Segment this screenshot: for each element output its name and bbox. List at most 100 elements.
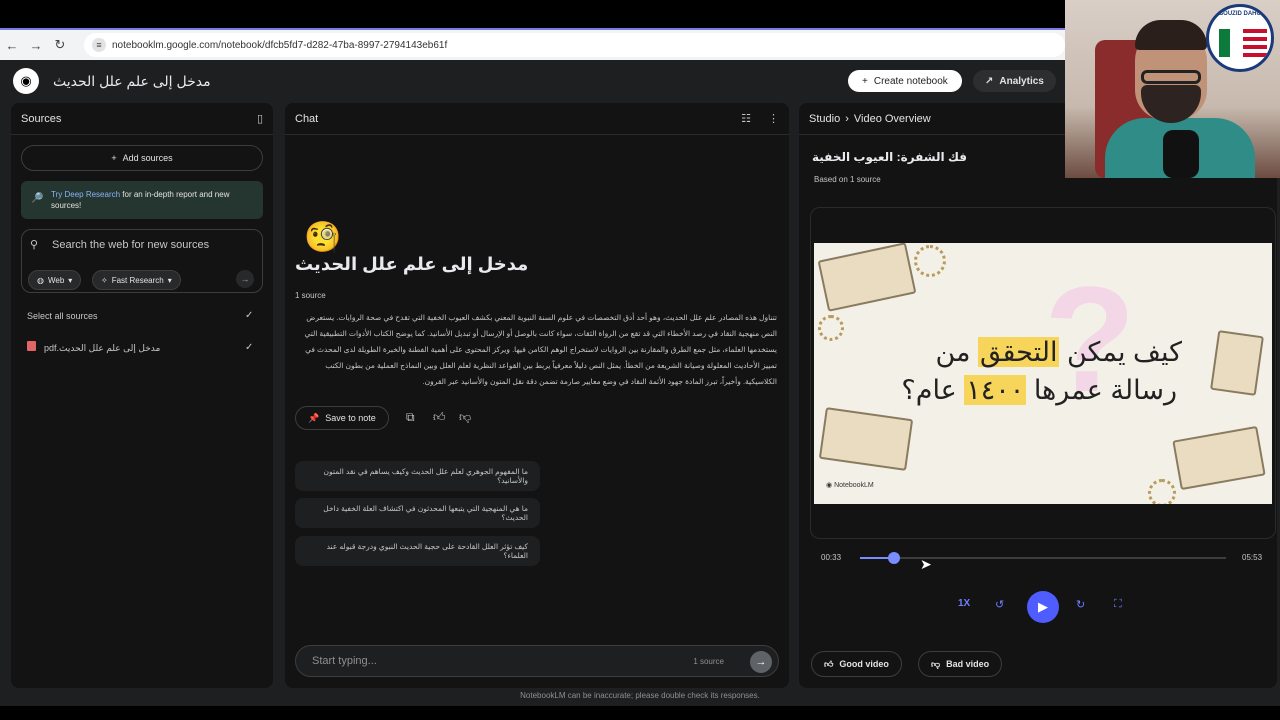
create-notebook-button[interactable]: + Create notebook <box>848 70 962 92</box>
source-item-name: مدخل إلى علم علل الحديث.pdf <box>27 341 160 354</box>
rewind-10-icon[interactable]: ↺ <box>995 598 1004 611</box>
collapse-panel-icon[interactable]: ▯ <box>257 112 263 125</box>
search-spark-icon: ✧ <box>101 275 108 285</box>
slide-brand-label: NotebookLM <box>834 482 874 489</box>
suggested-question[interactable]: ما هي المنهجية التي يتبعها المحدثون في ا… <box>295 498 540 528</box>
mouse-cursor-icon: ➤ <box>920 556 932 572</box>
chat-title: Chat <box>295 112 319 125</box>
video-frame[interactable]: ? كيف يمكن التحقق من رسالة عمرها ١٤٠٠ عا… <box>814 243 1272 504</box>
source-file-label: مدخل إلى علم علل الحديث.pdf <box>44 343 161 353</box>
suggested-question[interactable]: ما المفهوم الجوهري لعلم علل الحديث وكيف … <box>295 461 540 491</box>
thumbs-down-icon: 👎︎ <box>931 658 941 669</box>
good-video-button[interactable]: 👍︎ Good video <box>811 651 902 677</box>
notebook-title[interactable]: مدخل إلى علم علل الحديث <box>53 73 211 90</box>
notebooklm-logo-icon[interactable]: ◉ <box>13 68 39 94</box>
forward-icon[interactable]: → <box>24 38 48 53</box>
hair-shape <box>1135 20 1207 50</box>
book-illustration <box>1172 425 1266 491</box>
microphone-icon <box>1163 130 1199 178</box>
back-icon[interactable]: ← <box>0 38 24 53</box>
select-all-label: Select all sources <box>27 311 98 321</box>
reload-icon[interactable]: ↻ <box>48 37 72 53</box>
thumbs-up-icon[interactable]: 👍︎ <box>433 410 446 425</box>
url-text: notebooklm.google.com/notebook/dfcb5fd7-… <box>112 39 448 51</box>
create-notebook-label: Create notebook <box>873 75 948 87</box>
bad-video-button[interactable]: 👎︎ Bad video <box>918 651 1003 677</box>
chat-source-count: 1 source <box>295 291 326 300</box>
thumbs-down-icon[interactable]: 👎︎ <box>459 410 471 425</box>
book-illustration <box>1210 330 1264 396</box>
browser-toolbar: ← → ↻ ≡ notebooklm.google.com/notebook/d… <box>0 28 1065 60</box>
submit-search-button[interactable]: → <box>236 270 254 288</box>
chat-panel: Chat ☷ ⋮ <box>285 103 789 688</box>
chevron-right-icon: › <box>845 112 849 125</box>
notebook-summary: تتناول هذه المصادر علم علل الحديث، وهو أ… <box>304 313 777 386</box>
select-all-row[interactable]: Select all sources ✓ <box>27 311 255 322</box>
site-settings-icon[interactable]: ≡ <box>92 38 106 52</box>
slide-headline-line2: رسالة عمرها ١٤٠٠ عام؟ <box>814 375 1177 406</box>
chat-notebook-title: مدخل إلى علم علل الحديث <box>295 254 529 274</box>
chat-input-source-count: 1 source <box>693 657 724 666</box>
tune-icon[interactable]: ☷ <box>741 113 751 125</box>
good-video-label: Good video <box>839 659 889 669</box>
forward-10-icon[interactable]: ↻ <box>1076 598 1085 611</box>
sources-title: Sources <box>21 112 62 125</box>
gear-icon <box>914 245 946 277</box>
notebook-emoji: 🧐 <box>304 221 342 254</box>
slide-headline-line1: كيف يمكن التحقق من <box>814 337 1182 368</box>
trending-icon: ↗ <box>985 75 994 87</box>
breadcrumb-studio[interactable]: Studio <box>809 113 840 125</box>
chevron-down-icon: ▾ <box>68 275 73 285</box>
research-chip-label: Fast Research <box>111 275 164 285</box>
chat-input-placeholder: Start typing... <box>312 655 377 667</box>
progress-slider[interactable] <box>860 552 1226 564</box>
address-bar[interactable]: ≡ notebooklm.google.com/notebook/dfcb5fd… <box>84 33 1065 57</box>
source-item[interactable]: مدخل إلى علم علل الحديث.pdf ✓ <box>27 341 255 354</box>
chevron-down-icon: ▾ <box>167 275 172 285</box>
slide-highlight: التحقق <box>977 337 1060 367</box>
add-sources-label: Add sources <box>122 153 173 163</box>
glasses-shape <box>1141 70 1201 84</box>
search-icon: ⚲ <box>30 239 39 251</box>
analytics-button[interactable]: ↗ Analytics <box>973 70 1056 92</box>
web-source-dropdown[interactable]: ◍ Web ▾ <box>28 270 82 290</box>
send-button[interactable]: → <box>750 651 772 673</box>
slide-text: رسالة عمرها <box>1026 375 1177 405</box>
play-button[interactable]: ▶ <box>1027 591 1059 623</box>
suggested-question[interactable]: كيف تؤثر العلل القادحة على حجية الحديث ا… <box>295 536 540 566</box>
breadcrumb-video-overview: Video Overview <box>853 112 931 125</box>
thumbs-up-icon: 👍︎ <box>824 658 834 669</box>
playback-speed-button[interactable]: 1X <box>958 598 970 609</box>
analytics-label: Analytics <box>999 75 1044 87</box>
chat-input-box[interactable]: Start typing... 1 source → <box>295 645 779 677</box>
more-vert-icon[interactable]: ⋮ <box>768 113 779 125</box>
sources-header: Sources ▯ <box>11 103 273 135</box>
add-sources-button[interactable]: + Add sources <box>21 145 263 171</box>
bottom-letterbox <box>0 706 1280 720</box>
deep-research-banner: 🔎 Try Deep Research for an in-depth repo… <box>21 181 263 219</box>
slide-brand: ◉ NotebookLM <box>826 482 874 489</box>
slide-text: عام؟ <box>901 375 965 405</box>
source-checkbox[interactable]: ✓ <box>245 342 255 353</box>
research-mode-dropdown[interactable]: ✧ Fast Research ▾ <box>92 270 181 290</box>
copy-icon[interactable]: ⧉ <box>406 410 415 425</box>
plus-icon: + <box>111 153 117 163</box>
video-based-on: Based on 1 source <box>814 175 881 184</box>
deep-research-link[interactable]: Try Deep Research <box>51 190 120 199</box>
flag-icon <box>1219 29 1241 57</box>
select-all-checkbox[interactable]: ✓ <box>245 311 255 321</box>
bad-video-label: Bad video <box>946 659 990 669</box>
sources-panel: Sources ▯ + Add sources 🔎 Try Deep Resea… <box>11 103 273 688</box>
disclaimer-text: NotebookLM can be inaccurate; please dou… <box>520 691 760 700</box>
save-to-note-label: Save to note <box>325 413 376 423</box>
channel-seal-logo: BOUZID DAHO <box>1206 4 1274 72</box>
save-to-note-button[interactable]: 📌 Save to note <box>295 406 389 430</box>
pdf-icon <box>27 341 36 351</box>
book-illustration <box>817 243 917 312</box>
web-search-input[interactable]: Search the web for new sources <box>52 239 209 251</box>
duration: 05:53 <box>1242 553 1263 562</box>
progress-handle[interactable] <box>888 552 901 564</box>
video-title: فك الشفرة: العيوب الخفية <box>812 150 967 164</box>
slide-text: من <box>935 337 978 367</box>
fullscreen-icon[interactable]: ⛶ <box>1114 598 1122 611</box>
